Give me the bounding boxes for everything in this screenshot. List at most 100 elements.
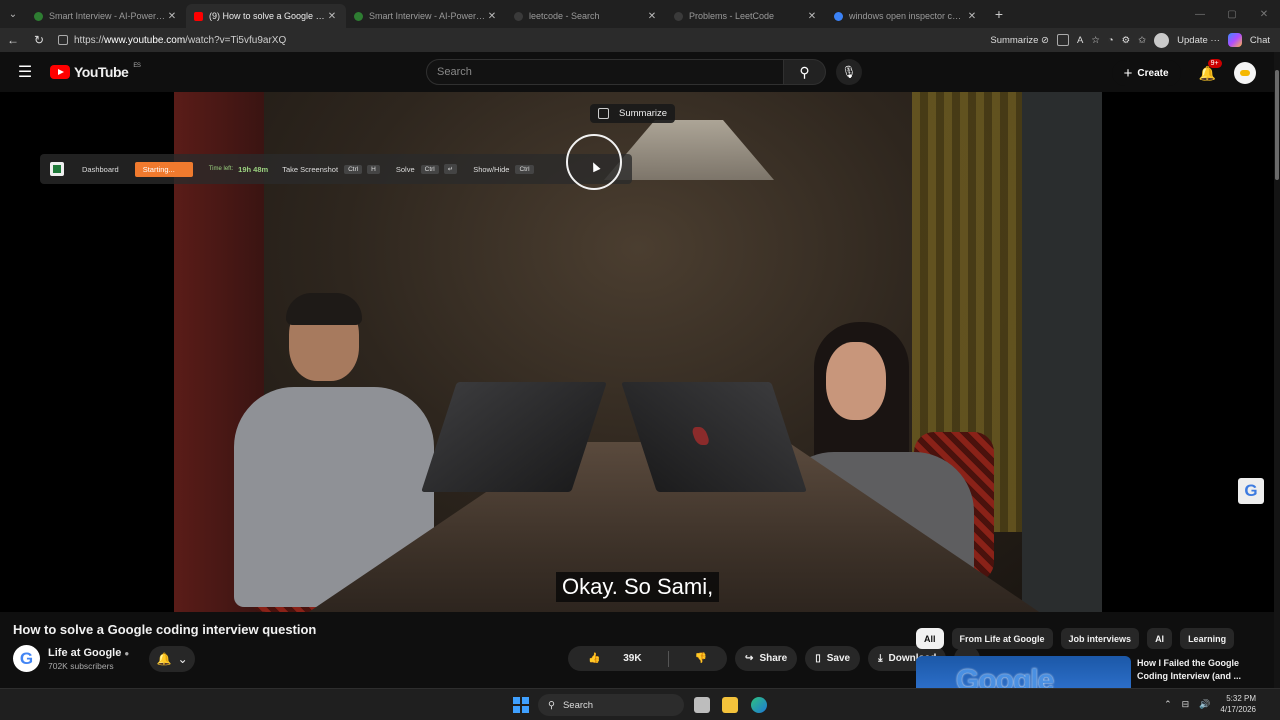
youtube-logo[interactable]: YouTube ES: [50, 63, 141, 80]
edge-browser-icon[interactable]: [751, 697, 767, 713]
solve-button[interactable]: Solve: [396, 165, 415, 174]
save-label: Save: [826, 653, 851, 664]
divider: [667, 650, 669, 667]
status-button[interactable]: Starting...: [134, 161, 193, 177]
address-bar[interactable]: https://www.youtube.com/watch?v=Ti5vfu9a…: [52, 30, 932, 50]
search-input[interactable]: [426, 59, 784, 85]
new-tab-icon[interactable]: +: [986, 6, 1012, 22]
like-count: 39K: [623, 653, 642, 664]
search-icon: ⚲: [548, 699, 555, 711]
page-scrollbar[interactable]: [1274, 52, 1280, 692]
create-button[interactable]: + Create: [1111, 60, 1181, 86]
account-avatar[interactable]: [1234, 62, 1256, 84]
thumbnail-text: Google: [956, 664, 1054, 690]
take-screenshot-button[interactable]: Take Screenshot: [282, 165, 338, 174]
close-tab-icon[interactable]: ✕: [166, 11, 178, 22]
channel-avatar[interactable]: G: [13, 645, 40, 672]
close-tab-icon[interactable]: ✕: [646, 11, 658, 22]
voice-search-button[interactable]: 🎙: [836, 59, 862, 85]
taskbar-search[interactable]: ⚲ Search: [538, 694, 684, 716]
close-tab-icon[interactable]: ✕: [806, 11, 818, 22]
tab-favicon-icon: [354, 11, 363, 21]
google-extension-icon[interactable]: G: [1238, 478, 1264, 504]
update-button[interactable]: Update ···: [1177, 35, 1220, 46]
task-view-icon[interactable]: [694, 697, 710, 713]
summarize-button[interactable]: Summarize ⊘: [990, 35, 1049, 46]
summarize-popup-button[interactable]: Summarize: [619, 108, 667, 119]
tab-actions-menu-icon[interactable]: ⌄: [0, 0, 26, 28]
tab-title: leetcode - Search: [529, 11, 600, 21]
scene-laptop-sticker: [690, 427, 711, 445]
channel-info: G Life at Google ● 702K subscribers 🔔 ⌄: [13, 645, 196, 672]
share-icon: ↪: [745, 653, 754, 664]
clock[interactable]: 5:32 PM 4/17/2026: [1220, 693, 1256, 715]
shortcut-key: ↵: [443, 164, 458, 174]
share-button[interactable]: ↪ Share: [735, 646, 798, 671]
close-tab-icon[interactable]: ✕: [486, 11, 498, 22]
chip-job-interviews[interactable]: Job interviews: [1060, 628, 1140, 649]
chip-learning[interactable]: Learning: [1180, 628, 1235, 649]
video-player[interactable]: Summarize Dashboard Starting... Time lef…: [0, 92, 1274, 612]
chat-label[interactable]: Chat: [1250, 35, 1270, 46]
search-button[interactable]: ⚲: [784, 59, 826, 85]
dislike-button[interactable]: 👎: [675, 653, 727, 664]
back-icon[interactable]: ←: [0, 33, 26, 47]
profile-avatar[interactable]: [1154, 32, 1170, 48]
tab-smart-interview-2[interactable]: Smart Interview - AI-Powered Inte ✕: [346, 4, 506, 28]
youtube-favicon-icon: [194, 11, 203, 21]
volume-icon[interactable]: 🔊: [1199, 699, 1210, 710]
tab-grid-icon[interactable]: [1057, 34, 1070, 46]
channel-name-row: Life at Google ●: [48, 647, 129, 659]
chevron-down-icon: ⌄: [177, 651, 188, 666]
recommended-video-title[interactable]: How I Failed the Google Coding Interview…: [1137, 657, 1262, 683]
tab-smart-interview-1[interactable]: Smart Interview - AI-Powered Inte ✕: [26, 4, 186, 28]
channel-name[interactable]: Life at Google: [48, 647, 121, 659]
chip-from-channel[interactable]: From Life at Google: [951, 628, 1053, 649]
like-button[interactable]: 👍 39K: [568, 653, 662, 664]
close-tab-icon[interactable]: ✕: [966, 11, 978, 22]
copilot-icon[interactable]: [1227, 33, 1242, 47]
save-button[interactable]: ▯ Save: [805, 646, 861, 671]
scene-person-head: [826, 342, 886, 420]
notifications-button[interactable]: 🔔 9+: [1199, 58, 1222, 82]
recommended-video-thumbnail[interactable]: Google: [916, 656, 1131, 690]
favorites-icon[interactable]: ✩: [1138, 35, 1146, 46]
summarize-popup: Summarize: [590, 104, 676, 123]
chip-all[interactable]: All: [916, 628, 944, 649]
hamburger-menu-icon[interactable]: ☰: [0, 62, 50, 82]
network-icon[interactable]: ⊟: [1182, 699, 1190, 710]
read-aloud-icon[interactable]: A: [1077, 35, 1083, 46]
minimize-icon[interactable]: —: [1184, 9, 1216, 20]
maximize-icon[interactable]: ▢: [1216, 9, 1248, 20]
plus-icon: +: [1123, 64, 1133, 82]
chevron-up-icon[interactable]: ⌃: [1164, 699, 1172, 710]
favorite-star-icon[interactable]: ☆: [1091, 35, 1100, 46]
tab-title: Smart Interview - AI-Powered Inte: [49, 11, 166, 21]
close-tab-icon[interactable]: ✕: [326, 11, 338, 22]
dashboard-button[interactable]: Dashboard: [82, 165, 119, 174]
tab-youtube-video[interactable]: (9) How to solve a Google coding ✕: [186, 4, 346, 28]
file-explorer-icon[interactable]: [722, 697, 738, 713]
tab-leetcode-problems[interactable]: Problems - LeetCode ✕: [666, 4, 826, 28]
country-code: ES: [133, 63, 141, 69]
system-tray: ⌃ ⊟ 🔊 5:32 PM 4/17/2026: [1164, 693, 1256, 715]
clock-time: 5:32 PM: [1226, 694, 1256, 703]
verified-icon: ●: [124, 648, 130, 658]
site-info-icon[interactable]: [58, 35, 68, 45]
reload-icon[interactable]: ↻: [26, 33, 52, 47]
chip-ai[interactable]: AI: [1147, 628, 1173, 649]
search-icon: ⚲: [799, 63, 810, 80]
subscribed-button[interactable]: 🔔 ⌄: [149, 645, 196, 672]
tab-leetcode-search[interactable]: leetcode - Search ✕: [506, 4, 666, 28]
tab-inspector-search[interactable]: windows open inspector chrome ✕: [826, 4, 986, 28]
extension-icon[interactable]: ⚙: [1122, 35, 1131, 46]
notifications-icon[interactable]: ◔: [1108, 35, 1114, 46]
video-title: How to solve a Google coding interview q…: [13, 622, 317, 637]
close-window-icon[interactable]: ✕: [1248, 9, 1280, 20]
windows-start-icon[interactable]: [513, 697, 529, 713]
show-hide-button[interactable]: Show/Hide: [473, 165, 509, 174]
scrollbar-thumb[interactable]: [1275, 70, 1279, 180]
copy-icon[interactable]: [598, 108, 609, 119]
browser-tabstrip: ⌄ Smart Interview - AI-Powered Inte ✕ (9…: [0, 0, 1280, 28]
toolbar-actions: Summarize ⊘ A ☆ ◔ ⚙ ✩ Update ··· Chat: [990, 32, 1280, 48]
